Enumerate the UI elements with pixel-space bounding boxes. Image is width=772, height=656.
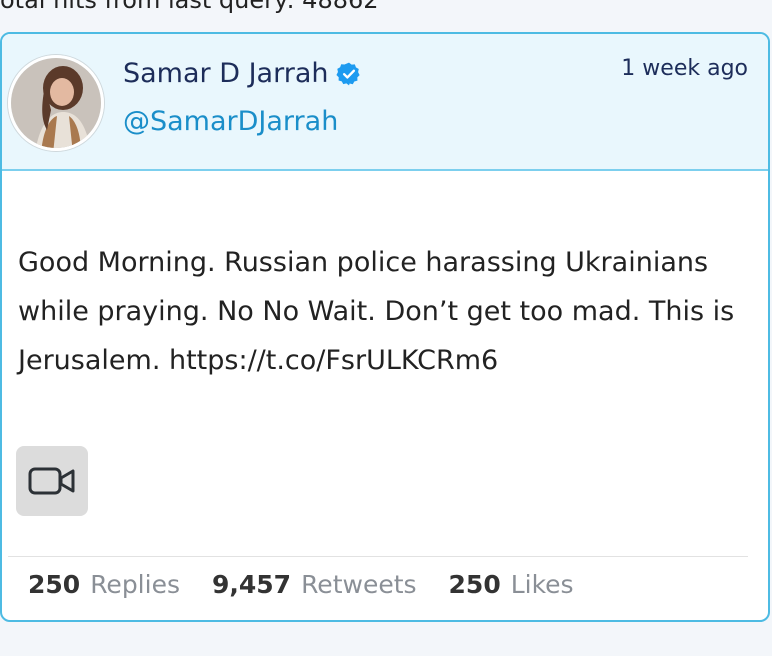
tweet-stats: 250 Replies 9,457 Retweets 250 Likes (28, 570, 574, 599)
tweet-timestamp[interactable]: 1 week ago (621, 56, 748, 81)
author-row: Samar D Jarrah (123, 58, 362, 89)
video-media-button[interactable] (16, 446, 88, 516)
author-handle[interactable]: @SamarDJarrah (123, 106, 338, 137)
video-camera-icon (28, 467, 75, 495)
tweet-text: Good Morning. Russian police harassing U… (18, 247, 735, 376)
retweets-count: 9,457 (211, 570, 292, 599)
likes-count: 250 (448, 570, 501, 599)
avatar[interactable] (8, 55, 104, 151)
replies-stat[interactable]: 250 Replies (28, 570, 180, 599)
query-hits-text: otal hits from last query: 48862 (0, 0, 379, 14)
tweet-card: Samar D Jarrah @SamarDJarrah 1 week ago … (0, 32, 770, 622)
verified-badge-icon (336, 61, 362, 87)
author-name[interactable]: Samar D Jarrah (123, 58, 328, 89)
stats-divider (8, 556, 748, 557)
likes-label: Likes (510, 570, 574, 599)
likes-stat[interactable]: 250 Likes (449, 570, 574, 599)
tweet-header: Samar D Jarrah @SamarDJarrah 1 week ago (2, 34, 768, 171)
retweets-label: Retweets (301, 570, 417, 599)
retweets-stat[interactable]: 9,457 Retweets (212, 570, 417, 599)
avatar-image (11, 58, 101, 148)
replies-label: Replies (90, 570, 180, 599)
replies-count: 250 (28, 570, 81, 599)
